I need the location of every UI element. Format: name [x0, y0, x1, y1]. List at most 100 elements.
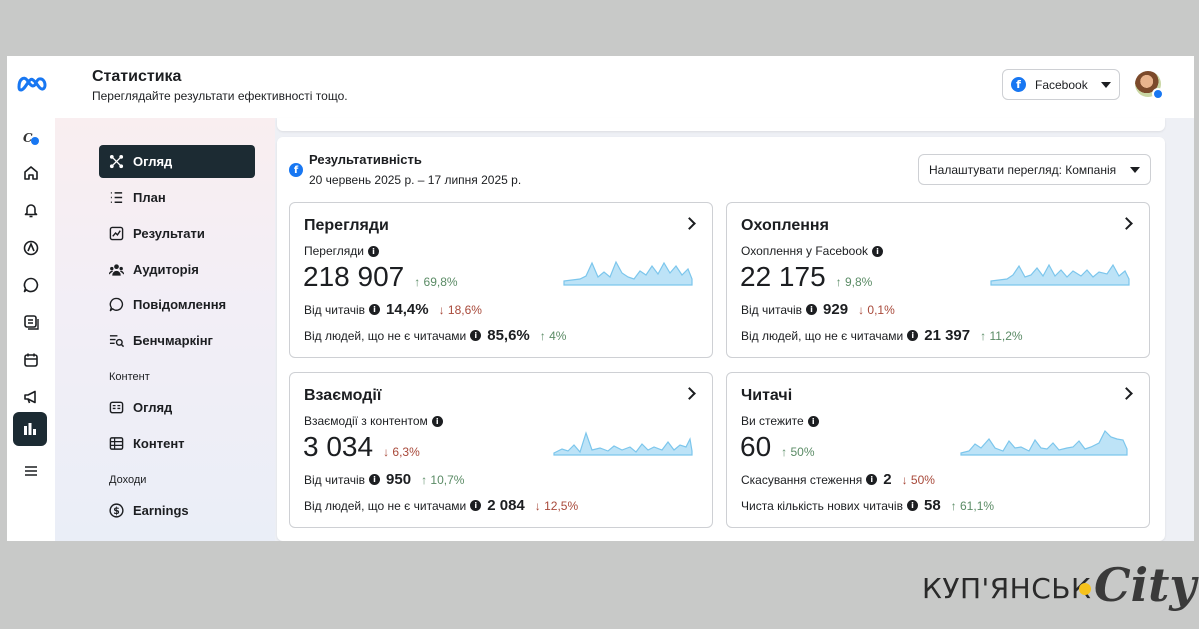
sparkline-chart: [990, 263, 1130, 286]
metric-delta: ↑ 69,8%: [414, 275, 458, 289]
page-title: Статистика: [92, 68, 182, 85]
ads-icon[interactable]: [20, 237, 42, 259]
date-range: 20 червень 2025 р. – 17 липня 2025 р.: [309, 173, 522, 187]
chevron-right-icon[interactable]: [1120, 217, 1133, 230]
caret-down-icon: [1130, 166, 1140, 173]
metric-label: Взаємодії з контентом i: [304, 414, 443, 428]
sun-dot-icon: [1079, 583, 1091, 595]
info-icon[interactable]: i: [470, 500, 482, 511]
facebook-badge-icon: [1152, 88, 1164, 100]
info-icon[interactable]: i: [866, 474, 878, 485]
metric-row-non-followers: Від людей, що не є читачами i 2 084 ↓ 12,5%: [304, 497, 579, 514]
caret-down-icon: [1101, 81, 1111, 88]
metric-row-net-followers: Чиста кількість нових читачів i 58 ↑ 61,1%: [741, 497, 995, 514]
menu-icon[interactable]: [20, 460, 42, 482]
nav-section-income: Доходи: [109, 474, 147, 486]
performance-panel: f Результативність 20 червень 2025 р. – …: [277, 137, 1165, 541]
info-icon[interactable]: i: [807, 415, 819, 427]
nav-item-plan[interactable]: План: [99, 181, 255, 214]
list-icon: [108, 190, 124, 206]
nav-item-messages[interactable]: Повідомлення: [99, 288, 255, 321]
messages-icon[interactable]: [20, 274, 42, 296]
info-icon[interactable]: i: [907, 330, 919, 341]
info-icon[interactable]: i: [367, 245, 379, 257]
metric-card-interactions[interactable]: Взаємодії Взаємодії з контентом i 3 034 ↓ …: [289, 372, 713, 528]
nav-item-benchmarking[interactable]: Бенчмаркінг: [99, 324, 255, 357]
top-header: Статистика Переглядайте результати ефект…: [7, 56, 1194, 118]
dollar-icon: $: [108, 503, 124, 519]
metric-label: Перегляди i: [304, 244, 379, 258]
info-icon[interactable]: i: [470, 330, 482, 341]
metric-delta: ↓ 6,3%: [383, 445, 420, 459]
info-icon[interactable]: i: [806, 304, 818, 315]
page-profile-icon[interactable]: C: [20, 126, 42, 148]
chevron-right-icon[interactable]: [683, 387, 696, 400]
audience-icon: [108, 262, 124, 278]
sparkline-chart: [563, 260, 693, 286]
info-icon[interactable]: i: [906, 500, 918, 511]
nav-item-label: Аудиторія: [133, 262, 199, 277]
metric-row-non-followers: Від людей, що не є читачами i 85,6% ↑ 4%: [304, 327, 567, 344]
info-icon[interactable]: i: [872, 245, 884, 257]
insights-icon[interactable]: [13, 412, 47, 446]
insights-window: Статистика Переглядайте результати ефект…: [7, 56, 1194, 541]
calendar-icon[interactable]: [20, 349, 42, 371]
metric-card-views[interactable]: Перегляди Перегляди i 218 907 ↑ 69,8% Від …: [289, 202, 713, 358]
home-icon[interactable]: [20, 162, 42, 184]
info-icon[interactable]: i: [369, 304, 381, 315]
nav-item-earnings[interactable]: $ Earnings: [99, 494, 255, 527]
platform-select[interactable]: f Facebook: [1002, 69, 1120, 100]
sparkline-chart: [960, 429, 1128, 456]
nav-item-label: Огляд: [133, 154, 173, 169]
nav-item-audience[interactable]: Аудиторія: [99, 253, 255, 286]
metric-value: 3 034 ↓ 6,3%: [303, 431, 420, 462]
page-subtitle: Переглядайте результати ефективності тощ…: [92, 89, 348, 103]
nav-item-label: Бенчмаркінг: [133, 333, 213, 348]
chat-icon: [108, 297, 124, 313]
nav-item-results[interactable]: Результати: [99, 217, 255, 250]
bell-icon[interactable]: [20, 199, 42, 221]
metric-row-unfollows: Скасування стеження i 2 ↓ 50%: [741, 471, 935, 488]
nav-item-content[interactable]: Контент: [99, 427, 255, 460]
meta-logo-icon[interactable]: [16, 71, 48, 95]
nav-section-content: Контент: [109, 371, 150, 383]
watermark-text: КУП'ЯНСЬК: [922, 572, 1092, 605]
chevron-right-icon[interactable]: [683, 217, 696, 230]
content-library-icon[interactable]: [20, 311, 42, 333]
customize-view-label: Налаштувати перегляд: Компанія: [929, 162, 1117, 177]
card-title: Читачі: [741, 387, 793, 404]
metric-row-followers: Від читачів i 14,4% ↓ 18,6%: [304, 301, 482, 318]
metric-card-followers[interactable]: Читачі Ви стежите i 60 ↑ 50% Скасування ст…: [726, 372, 1150, 528]
panel-title: Результативність: [309, 152, 422, 167]
megaphone-icon[interactable]: [20, 386, 42, 408]
metric-value: 60 ↑ 50%: [740, 431, 815, 462]
icon-rail: C: [7, 118, 55, 541]
overview-icon: [108, 154, 124, 170]
insights-nav: Огляд План Результати Аудиторія Повідомл…: [55, 118, 275, 541]
chevron-right-icon[interactable]: [1120, 387, 1133, 400]
previous-card-edge: [277, 118, 1165, 131]
metric-row-followers: Від читачів i 929 ↓ 0,1%: [741, 301, 895, 318]
metric-label: Охоплення у Facebook i: [741, 244, 884, 258]
metric-delta: ↑ 50%: [781, 445, 815, 459]
metric-card-reach[interactable]: Охоплення Охоплення у Facebook i 22 175 ↑ …: [726, 202, 1150, 358]
nav-item-overview[interactable]: Огляд: [99, 145, 255, 178]
metric-row-followers: Від читачів i 950 ↑ 10,7%: [304, 471, 465, 488]
nav-item-content-overview[interactable]: Огляд: [99, 391, 255, 424]
svg-text:$: $: [113, 506, 120, 517]
watermark-logo: КУП'ЯНСЬК City: [922, 558, 1196, 626]
customize-view-select[interactable]: Налаштувати перегляд: Компанія: [918, 154, 1151, 185]
info-icon[interactable]: i: [431, 415, 443, 427]
metric-value: 22 175 ↑ 9,8%: [740, 261, 873, 292]
nav-item-label: Повідомлення: [133, 297, 227, 312]
card-title: Взаємодії: [304, 387, 382, 404]
metric-delta: ↑ 9,8%: [835, 275, 873, 289]
content-overview-icon: [108, 400, 124, 416]
avatar[interactable]: [1135, 71, 1164, 100]
nav-item-label: План: [133, 190, 166, 205]
metric-value: 218 907 ↑ 69,8%: [303, 261, 458, 292]
nav-item-label: Результати: [133, 226, 205, 241]
facebook-icon: f: [1011, 77, 1026, 92]
info-icon[interactable]: i: [369, 474, 381, 485]
table-icon: [108, 436, 124, 452]
